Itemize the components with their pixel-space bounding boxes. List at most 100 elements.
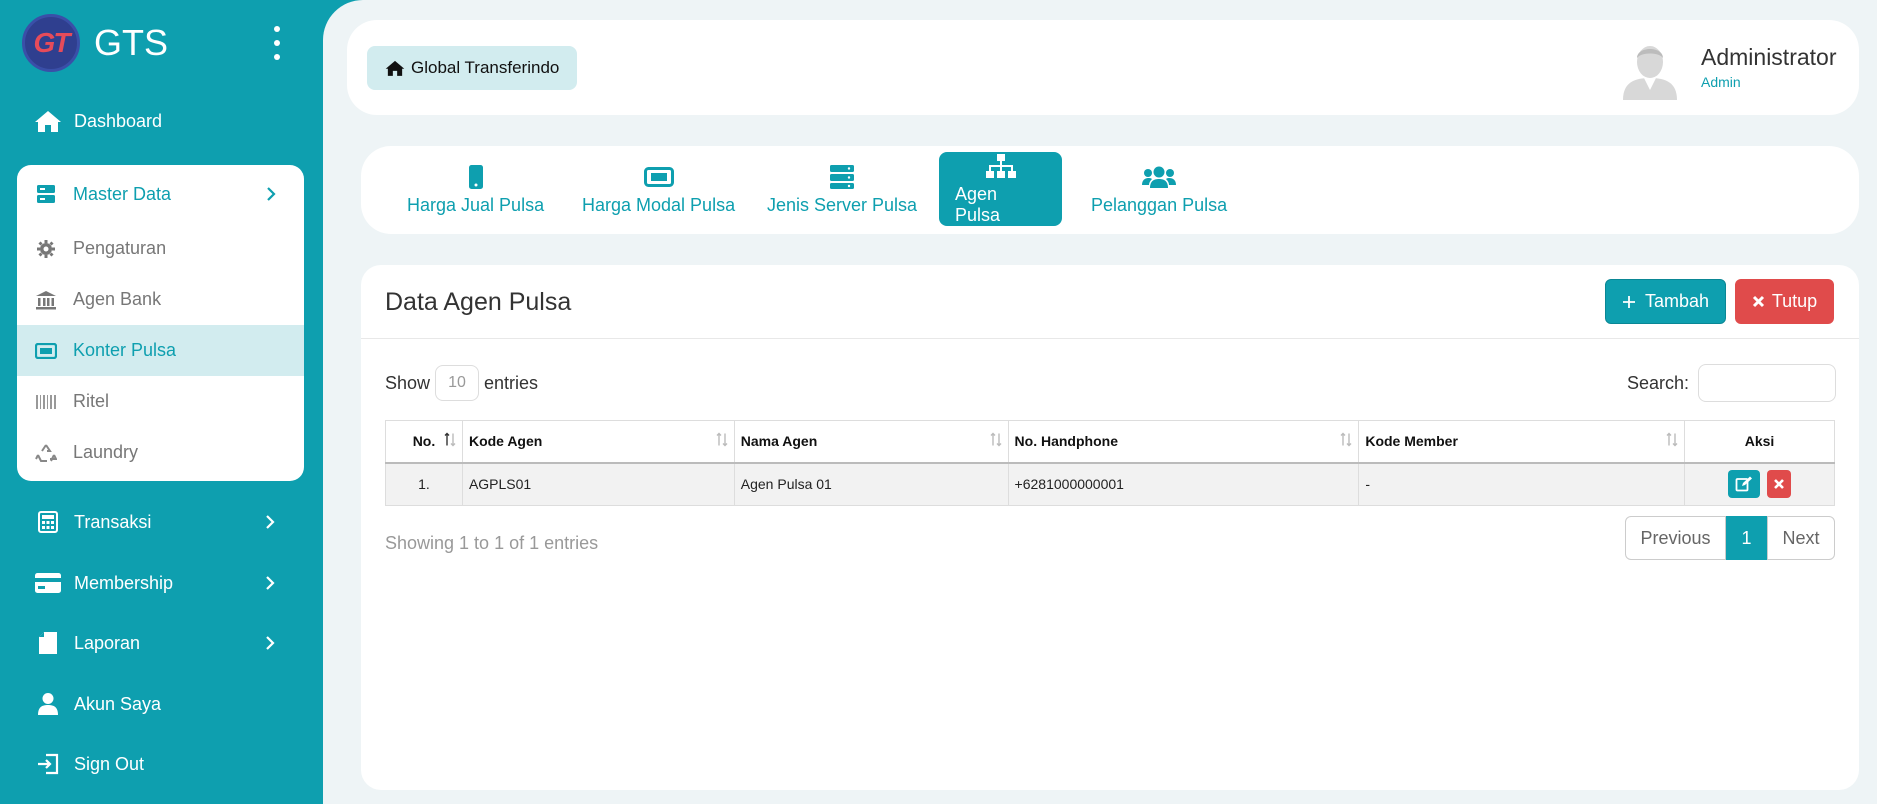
column-header-nama-agen[interactable]: Nama Agen <box>733 420 1009 464</box>
sidebar-item-label: Membership <box>74 572 174 593</box>
data-card: Data Agen Pulsa Tambah Tutup Show 10 ent… <box>361 265 1859 790</box>
server-icon <box>34 183 58 205</box>
cell-no: 1. <box>385 462 463 506</box>
mobile-icon <box>468 163 484 191</box>
chevron-right-icon <box>263 514 279 530</box>
credit-card-icon <box>34 570 62 596</box>
entries-length-control: Show 10 entries <box>385 365 538 401</box>
recycle-icon <box>34 442 58 464</box>
sidebar-item-akun-saya[interactable]: Akun Saya <box>0 679 323 729</box>
user-role: Admin <box>1701 74 1741 90</box>
close-button[interactable]: Tutup <box>1735 279 1834 324</box>
sidebar-item-label: Ritel <box>73 391 110 411</box>
chevron-right-icon <box>263 575 279 591</box>
home-icon <box>385 60 405 76</box>
sidebar-item-master-data[interactable]: Master Data <box>17 165 304 223</box>
file-icon <box>34 630 62 656</box>
search-input[interactable] <box>1698 364 1837 402</box>
tab-label: Pelanggan Pulsa <box>1091 194 1228 215</box>
sort-icon <box>1340 432 1352 451</box>
add-button-label: Tambah <box>1644 291 1710 311</box>
ticket-icon <box>643 163 674 191</box>
brand[interactable]: GT GTS <box>22 14 168 72</box>
sidebar-item-transaksi[interactable]: Transaksi <box>0 497 323 547</box>
sidebar-item-label: Agen Bank <box>73 289 162 309</box>
column-header-kode-agen[interactable]: Kode Agen <box>461 420 735 464</box>
user-icon <box>34 691 62 717</box>
cell-nama-agen: Agen Pulsa 01 <box>733 462 1009 506</box>
server-icon <box>829 163 855 191</box>
sidebar-item-label: Konter Pulsa <box>73 340 177 360</box>
sidebar: GT GTS Dashboard Master Data Pengaturan <box>0 0 323 804</box>
search-label: Search: <box>1627 372 1690 393</box>
add-button[interactable]: Tambah <box>1605 279 1726 324</box>
sidebar-item-membership[interactable]: Membership <box>0 558 323 608</box>
sidebar-item-label: Dashboard <box>74 110 163 131</box>
bank-icon <box>34 289 58 311</box>
search-control: Search: <box>1627 364 1837 402</box>
close-icon <box>1774 479 1785 490</box>
table-header-row: No. Kode Agen Nama Agen No. Handphone Ko… <box>385 420 1835 464</box>
main-content: Global Transferindo Administrator Admin … <box>323 0 1877 804</box>
column-header-no[interactable]: No. <box>385 420 463 464</box>
edit-button[interactable] <box>1727 470 1760 499</box>
entries-label: entries <box>484 372 539 393</box>
column-header-no-handphone[interactable]: No. Handphone <box>1007 420 1360 464</box>
column-header-kode-member[interactable]: Kode Member <box>1358 420 1686 464</box>
tab-pelanggan-pulsa[interactable]: Pelanggan Pulsa <box>1075 152 1243 226</box>
table-info: Showing 1 to 1 of 1 entries <box>385 533 599 553</box>
sidebar-item-sign-out[interactable]: Sign Out <box>0 739 323 789</box>
top-bar: Global Transferindo Administrator Admin <box>347 20 1859 115</box>
cell-handphone: +6281000000001 <box>1007 462 1360 506</box>
sidebar-item-pengaturan[interactable]: Pengaturan <box>17 223 304 274</box>
brand-logo: GT <box>22 14 80 72</box>
entries-length-select[interactable]: 10 <box>435 365 480 401</box>
sort-asc-icon <box>444 432 456 451</box>
cell-kode-agen: AGPLS01 <box>461 462 735 506</box>
gear-icon <box>34 238 58 260</box>
chevron-right-icon <box>263 635 279 651</box>
show-label: Show <box>385 372 431 393</box>
sidebar-item-label: Transaksi <box>74 511 152 532</box>
edit-icon <box>1735 476 1752 492</box>
tab-harga-modal-pulsa[interactable]: Harga Modal Pulsa <box>566 152 751 226</box>
cell-aksi <box>1684 462 1835 506</box>
close-button-label: Tutup <box>1771 291 1818 311</box>
avatar[interactable] <box>1619 38 1681 100</box>
home-breadcrumb-label: Global Transferindo <box>411 58 560 77</box>
user-name: Administrator <box>1701 44 1837 70</box>
tab-jenis-server-pulsa[interactable]: Jenis Server Pulsa <box>751 152 933 226</box>
users-icon <box>1142 163 1177 191</box>
delete-button[interactable] <box>1767 470 1792 499</box>
ticket-icon <box>34 340 58 362</box>
sidebar-item-label: Akun Saya <box>74 693 162 714</box>
tab-harga-jual-pulsa[interactable]: Harga Jual Pulsa <box>391 152 560 226</box>
home-breadcrumb-button[interactable]: Global Transferindo <box>367 46 578 90</box>
sort-icon <box>716 432 728 451</box>
data-table: No. Kode Agen Nama Agen No. Handphone Ko… <box>385 420 1835 506</box>
plus-icon <box>1622 295 1635 308</box>
brand-name: GTS <box>94 22 169 63</box>
sidebar-item-laporan[interactable]: Laporan <box>0 618 323 668</box>
tab-bar: Harga Jual Pulsa Harga Modal Pulsa Jenis… <box>361 146 1859 234</box>
page-number-button[interactable]: 1 <box>1726 516 1767 560</box>
sidebar-item-dashboard[interactable]: Dashboard <box>0 96 323 146</box>
tab-agen-pulsa[interactable]: Agen Pulsa <box>939 152 1062 226</box>
sign-out-icon <box>34 751 62 777</box>
card-divider <box>361 338 1859 339</box>
home-icon <box>34 108 62 134</box>
card-title: Data Agen Pulsa <box>385 288 572 316</box>
sidebar-item-ritel[interactable]: Ritel <box>17 376 304 427</box>
more-options-icon[interactable] <box>270 26 284 60</box>
chevron-right-icon <box>264 186 278 207</box>
sidebar-item-agen-bank[interactable]: Agen Bank <box>17 274 304 325</box>
master-data-submenu: Master Data Pengaturan Agen Bank Konter … <box>17 165 304 481</box>
previous-page-button[interactable]: Previous <box>1625 516 1726 560</box>
sidebar-item-konter-pulsa[interactable]: Konter Pulsa <box>17 325 304 376</box>
sort-icon <box>1666 432 1678 451</box>
calculator-icon <box>34 509 62 535</box>
next-page-button[interactable]: Next <box>1767 516 1835 560</box>
tab-label: Agen Pulsa <box>955 184 1001 225</box>
table-row: 1. AGPLS01 Agen Pulsa 01 +6281000000001 … <box>385 462 1835 506</box>
sidebar-item-laundry[interactable]: Laundry <box>17 427 304 478</box>
